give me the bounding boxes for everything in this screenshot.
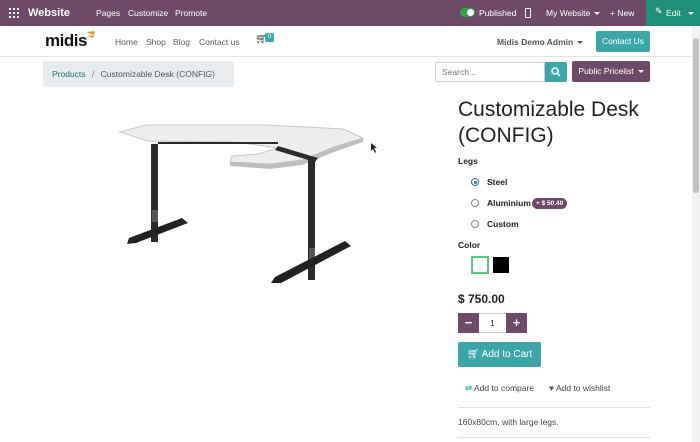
exchange-icon: ⇄ <box>465 383 473 393</box>
product-title: Customizable Desk (CONFIG) <box>458 98 639 147</box>
breadcrumb-separator: / <box>91 69 95 79</box>
search-icon <box>551 67 561 77</box>
apps-grid-icon[interactable] <box>9 8 19 18</box>
divider <box>458 407 650 408</box>
menu-pages[interactable]: Pages <box>96 0 120 26</box>
admin-bar: Website Pages Customize Promote Publishe… <box>0 0 700 26</box>
pricelist-dropdown[interactable]: Public Pricelist <box>572 61 650 82</box>
quantity-decrease-button[interactable]: − <box>458 313 479 333</box>
add-to-compare-link[interactable]: ⇄ Add to compare <box>465 383 534 394</box>
mouse-cursor-icon <box>371 143 377 153</box>
legs-aluminium-radio[interactable] <box>471 199 479 207</box>
new-button[interactable]: + New <box>610 0 634 26</box>
product-price: $ 750.00 <box>458 292 505 306</box>
color-swatch-black[interactable] <box>493 257 509 273</box>
search-button[interactable] <box>545 62 567 82</box>
legs-custom-radio[interactable] <box>471 220 479 228</box>
logo-text: midis <box>45 31 87 50</box>
site-selector-label: My Website <box>546 8 591 18</box>
nav-blog[interactable]: Blog <box>173 37 190 47</box>
legs-custom-label[interactable]: Custom <box>487 219 519 229</box>
site-navbar: midis Home Shop Blog Contact us 🛒︎ 0 Mid… <box>0 26 700 57</box>
website-app-title[interactable]: Website <box>28 0 70 26</box>
user-menu[interactable]: Midis Demo Admin <box>497 37 584 47</box>
edit-button[interactable]: ✎ Edit <box>646 0 700 26</box>
add-to-wishlist-label: Add to wishlist <box>555 383 611 393</box>
user-menu-label: Midis Demo Admin <box>497 37 574 47</box>
extra-price-badge: + $ 50.40 <box>532 198 568 209</box>
legs-aluminium-label[interactable]: Aluminium <box>487 198 531 208</box>
menu-customize[interactable]: Customize <box>128 0 168 26</box>
breadcrumb-products[interactable]: Products <box>52 69 86 79</box>
add-to-cart-label: Add to Cart <box>481 349 533 360</box>
chevron-down-icon <box>577 41 584 45</box>
cart-count-badge: 0 <box>265 33 274 42</box>
divider <box>458 437 650 438</box>
add-to-cart-button[interactable]: 🛒︎ Add to Cart <box>458 342 541 367</box>
quantity-input[interactable]: 1 <box>479 313 506 333</box>
minus-icon: − <box>464 315 473 330</box>
cart-icon: 🛒︎ <box>466 349 480 360</box>
chevron-down-icon <box>637 70 644 74</box>
chevron-down-icon <box>594 12 601 16</box>
site-selector[interactable]: My Website <box>546 0 601 26</box>
site-logo[interactable]: midis <box>45 31 87 51</box>
plus-icon: + <box>512 315 521 330</box>
page-scrollbar-thumb[interactable] <box>693 38 699 193</box>
chevron-down-icon[interactable] <box>688 12 694 15</box>
legs-steel-label[interactable]: Steel <box>487 177 507 187</box>
product-image[interactable] <box>118 120 368 290</box>
search-input[interactable] <box>435 62 545 82</box>
nav-home[interactable]: Home <box>115 37 138 47</box>
published-label: Published <box>479 8 517 18</box>
color-label: Color <box>458 240 481 250</box>
add-to-wishlist-link[interactable]: ♥ Add to wishlist <box>549 383 610 393</box>
menu-promote[interactable]: Promote <box>175 0 207 26</box>
heart-icon: ♥ <box>549 383 555 393</box>
contact-us-button[interactable]: Contact Us <box>596 31 650 52</box>
mobile-preview-icon[interactable] <box>525 8 531 18</box>
quantity-increase-button[interactable]: + <box>506 313 527 333</box>
pencil-icon: ✎ <box>655 6 663 16</box>
color-swatch-white[interactable] <box>471 256 489 274</box>
published-toggle[interactable] <box>460 8 475 17</box>
legs-label: Legs <box>458 156 478 166</box>
breadcrumb-current: Customizable Desk (CONFIG) <box>100 69 215 79</box>
breadcrumb: Products / Customizable Desk (CONFIG) <box>43 61 234 87</box>
product-description: 160x80cm, with large legs. <box>458 417 559 427</box>
nav-shop[interactable]: Shop <box>146 37 166 47</box>
edit-label: Edit <box>666 8 681 18</box>
pricelist-label: Public Pricelist <box>578 66 634 76</box>
legs-steel-radio[interactable] <box>471 178 479 186</box>
nav-contact-us[interactable]: Contact us <box>199 37 240 47</box>
logo-mark-icon <box>86 31 95 38</box>
add-to-compare-label: Add to compare <box>474 383 535 393</box>
